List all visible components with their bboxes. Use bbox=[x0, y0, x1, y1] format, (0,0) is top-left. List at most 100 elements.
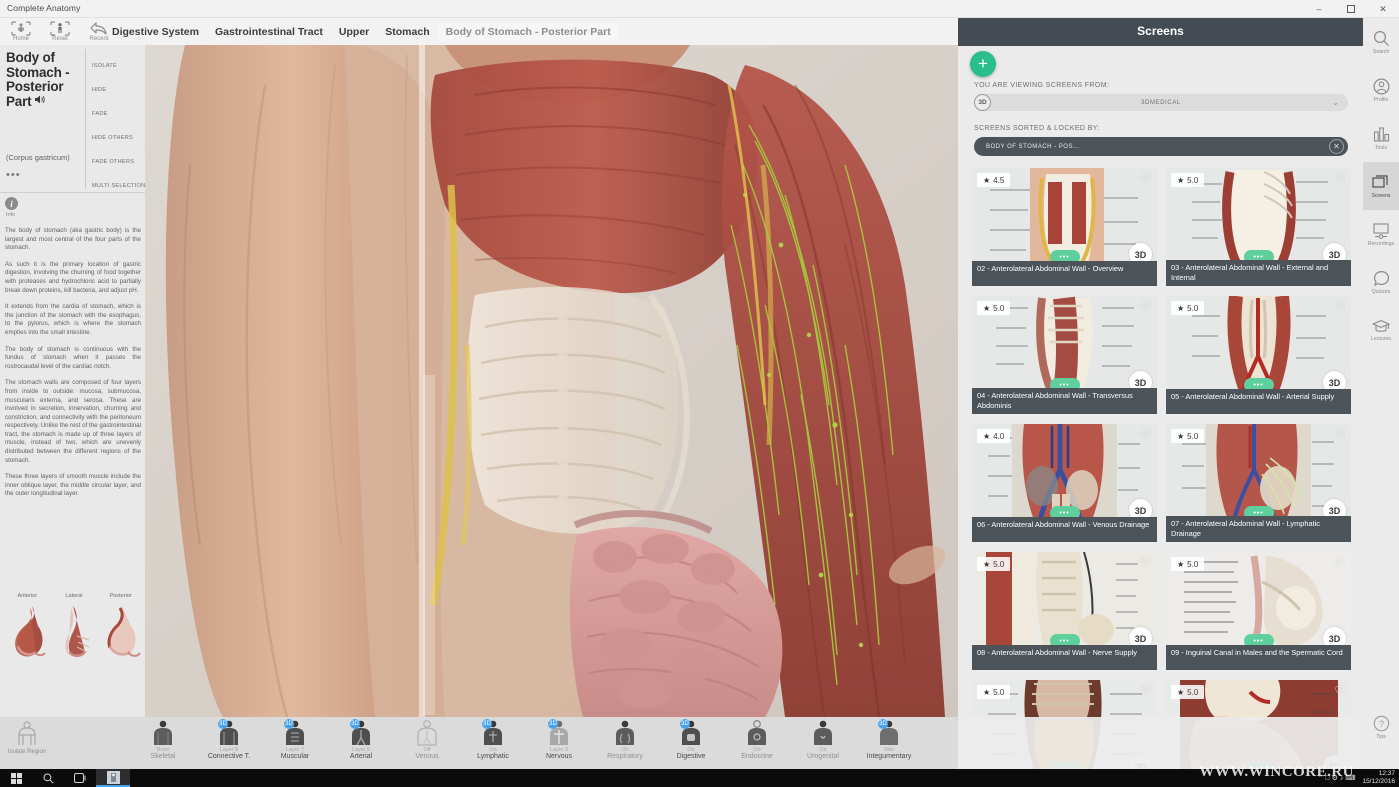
action-isolate[interactable]: ISOLATE bbox=[92, 54, 144, 78]
sidebar-item-profile[interactable]: Profile bbox=[1363, 66, 1399, 114]
sidebar-item-screens[interactable]: Screens bbox=[1363, 162, 1399, 210]
sidebar-label-search: Search bbox=[1373, 49, 1389, 55]
screen-card[interactable]: ★ 4.5 ♡ ••• 3D 02 - Anterolateral Abdomi… bbox=[972, 168, 1157, 286]
layer-toggle-endocrine[interactable]: On Endocrine bbox=[724, 719, 790, 760]
screen-card[interactable]: ★ 5.0 ♡ ••• 3D 04 - Anterolateral Abdomi… bbox=[972, 296, 1157, 414]
rating-value: 4.0 bbox=[993, 432, 1004, 441]
nervous-layer-icon: 3D bbox=[547, 719, 571, 747]
home-button[interactable]: Home bbox=[4, 19, 38, 42]
layer-active-badge-icon: 3D bbox=[878, 719, 888, 729]
screen-card[interactable]: ★ 5.0 ♡ ••• 3D 05 - Anterolateral Abdomi… bbox=[1166, 296, 1351, 414]
breadcrumb-item-gastrointestinal-tract[interactable]: Gastrointestinal Tract bbox=[207, 26, 331, 38]
isolate-region-button[interactable]: Isolate Region bbox=[6, 721, 48, 755]
screen-card[interactable]: ★ 4.0 ♡ ••• 3D 06 - Anterolateral Abdomi… bbox=[972, 424, 1157, 542]
stomach-lateral-thumbnail[interactable] bbox=[51, 602, 97, 662]
sidebar-label-lectures: Lectures bbox=[1371, 336, 1391, 342]
integumentary-layer-icon: 3D bbox=[877, 719, 901, 747]
respiratory-layer-icon bbox=[613, 719, 637, 747]
structure-more-button[interactable]: ••• bbox=[6, 169, 21, 181]
screen-card[interactable]: ★ 5.0 ♡ ••• 3D 03 - Anterolateral Abdomi… bbox=[1166, 168, 1351, 286]
action-hide[interactable]: HIDE bbox=[92, 78, 144, 102]
favorite-heart-icon[interactable]: ♡ bbox=[1140, 300, 1151, 314]
sidebar-item-search[interactable]: Search bbox=[1363, 18, 1399, 66]
layer-toggle-nervous[interactable]: 3D Layer 3 Nervous bbox=[526, 719, 592, 760]
screens-card-grid[interactable]: ★ 4.5 ♡ ••• 3D 02 - Anterolateral Abdomi… bbox=[972, 168, 1352, 787]
screens-panel-header: Screens bbox=[958, 18, 1363, 46]
screens-source-select[interactable]: 3D 3DMEDICAL ⌄ bbox=[974, 94, 1348, 111]
breadcrumb-item-stomach[interactable]: Stomach bbox=[377, 26, 437, 38]
screen-card[interactable]: ★ 5.0 ♡ ••• 3D 09 - Inguinal Canal in Ma… bbox=[1166, 552, 1351, 670]
stomach-anterior-thumbnail[interactable] bbox=[4, 602, 50, 662]
star-icon: ★ bbox=[1177, 560, 1184, 569]
favorite-heart-icon[interactable]: ♡ bbox=[1334, 556, 1345, 570]
thumbnail-caption-posterior: Posterior bbox=[98, 593, 144, 599]
screen-card-title: 05 - Anterolateral Abdominal Wall - Arte… bbox=[1166, 389, 1351, 414]
sidebar-label-profile: Profile bbox=[1374, 97, 1389, 103]
layer-toggle-arterial[interactable]: 3D Layer 5 Arterial bbox=[328, 719, 394, 760]
favorite-heart-icon[interactable]: ♡ bbox=[1140, 172, 1151, 186]
reset-button[interactable]: Reset bbox=[43, 19, 77, 42]
sidebar-item-tools[interactable]: Tools bbox=[1363, 114, 1399, 162]
favorite-heart-icon[interactable]: ♡ bbox=[1334, 428, 1345, 442]
star-icon: ★ bbox=[983, 304, 990, 313]
favorite-heart-icon[interactable]: ♡ bbox=[1334, 172, 1345, 186]
isolate-region-label: Isolate Region bbox=[8, 749, 46, 755]
urogenital-layer-icon bbox=[811, 719, 835, 747]
rating-badge: ★ 5.0 bbox=[977, 557, 1010, 571]
layer-toggle-respiratory[interactable]: On Respiratory bbox=[592, 719, 658, 760]
favorite-heart-icon[interactable]: ♡ bbox=[1334, 300, 1345, 314]
breadcrumb-item-upper[interactable]: Upper bbox=[331, 26, 377, 38]
maximize-button[interactable] bbox=[1335, 0, 1367, 18]
sidebar-item-quizzes[interactable]: Quizzes bbox=[1363, 258, 1399, 306]
taskbar-search-icon[interactable] bbox=[32, 769, 64, 787]
layer-toggle-skeletal[interactable]: Bone Skeletal bbox=[130, 719, 196, 760]
layer-toggle-urogenital[interactable]: On Urogenital bbox=[790, 719, 856, 760]
layer-toggle-digestive[interactable]: 3D On Digestive bbox=[658, 719, 724, 760]
start-button[interactable] bbox=[0, 769, 32, 787]
taskbar-clock[interactable]: 12:37 15/12/2016 bbox=[1362, 770, 1395, 786]
layer-toggle-muscular[interactable]: 3D Layer 7 Muscular bbox=[262, 719, 328, 760]
stomach-posterior-thumbnail[interactable] bbox=[98, 602, 144, 662]
action-fade[interactable]: FADE bbox=[92, 102, 144, 126]
screen-card[interactable]: ★ 5.0 ♡ ••• 3D 07 - Anterolateral Abdomi… bbox=[1166, 424, 1351, 542]
minimize-button[interactable]: – bbox=[1303, 0, 1335, 18]
sidebar-item-recordings[interactable]: Recordings bbox=[1363, 210, 1399, 258]
favorite-heart-icon[interactable]: ♡ bbox=[1334, 684, 1345, 698]
favorite-heart-icon[interactable]: ♡ bbox=[1140, 556, 1151, 570]
tips-item[interactable]: ? Tips bbox=[1363, 703, 1399, 751]
info-paragraph: The body of stomach (aka gastric body) i… bbox=[5, 227, 141, 253]
close-icon[interactable]: ✕ bbox=[1329, 139, 1344, 154]
screen-card[interactable]: ★ 5.0 ♡ ••• 3D 08 - Anterolateral Abdomi… bbox=[972, 552, 1157, 670]
layer-toggle-lymphatic[interactable]: 3D On Lymphatic bbox=[460, 719, 526, 760]
rating-value: 5.0 bbox=[993, 688, 1004, 697]
screens-panel: Screens + YOU ARE VIEWING SCREENS FROM: … bbox=[958, 18, 1363, 769]
layer-active-badge-icon: 3D bbox=[680, 719, 690, 729]
screens-lock-filter-chip[interactable]: BODY OF STOMACH - POS... ✕ bbox=[974, 137, 1348, 156]
info-description: The body of stomach (aka gastric body) i… bbox=[5, 227, 141, 507]
action-fade-others[interactable]: FADE OTHERS bbox=[92, 150, 144, 174]
audio-pronounce-icon[interactable] bbox=[35, 95, 46, 104]
anatomy-3d-viewport[interactable] bbox=[145, 45, 958, 717]
layer-toggle-venous[interactable]: Off Venous bbox=[394, 719, 460, 760]
taskbar-app-complete-anatomy[interactable] bbox=[96, 769, 130, 787]
task-view-icon[interactable] bbox=[64, 769, 96, 787]
layer-active-badge-icon: 3D bbox=[548, 719, 558, 729]
thumbnail-caption-lateral: Lateral bbox=[51, 593, 97, 599]
layer-toggle-integumentary[interactable]: 3D Skin Integumentary bbox=[856, 719, 922, 760]
action-hide-others[interactable]: HIDE OTHERS bbox=[92, 126, 144, 150]
add-screen-button[interactable]: + bbox=[970, 51, 996, 77]
sidebar-item-tips[interactable]: ? Tips bbox=[1363, 703, 1399, 751]
venous-name-label: Venous bbox=[415, 753, 438, 760]
screens-panel-title: Screens bbox=[958, 24, 1363, 38]
favorite-heart-icon[interactable]: ♡ bbox=[1140, 684, 1151, 698]
breadcrumb-item-digestive-system[interactable]: Digestive System bbox=[104, 26, 207, 38]
layer-toggle-connective-tissue[interactable]: 3D Layer 8 Connective T. bbox=[196, 719, 262, 760]
digestive-layer-icon: 3D bbox=[679, 719, 703, 747]
rating-value: 5.0 bbox=[993, 304, 1004, 313]
close-button[interactable]: ✕ bbox=[1367, 0, 1399, 18]
breadcrumb-item-body-of-stomach-posterior-part[interactable]: Body of Stomach - Posterior Part bbox=[438, 23, 619, 41]
sidebar-item-lectures[interactable]: Lectures bbox=[1363, 306, 1399, 354]
favorite-heart-icon[interactable]: ♡ bbox=[1140, 428, 1151, 442]
screen-card-title: 03 - Anterolateral Abdominal Wall - Exte… bbox=[1166, 260, 1351, 286]
star-icon: ★ bbox=[983, 176, 990, 185]
